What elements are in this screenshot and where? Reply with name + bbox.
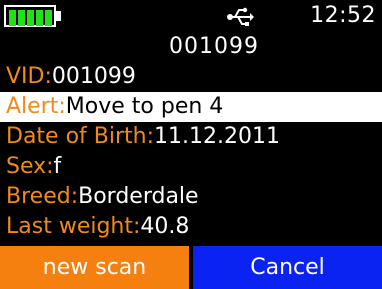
breed-row: Breed:Borderdale <box>0 182 382 212</box>
sex-label: Sex: <box>6 154 54 179</box>
alert-value: Move to pen 4 <box>65 94 224 119</box>
dob-label: Date of Birth: <box>6 124 155 149</box>
sex-value: f <box>53 154 62 179</box>
cancel-button[interactable]: Cancel <box>193 246 382 289</box>
weight-value: 40.8 <box>140 214 190 239</box>
animal-id-heading: 001099 <box>169 34 259 59</box>
battery-full-icon <box>4 5 63 29</box>
vid-label: VID: <box>6 64 52 89</box>
dob-row: Date of Birth:11.12.2011 <box>0 122 382 152</box>
sex-row: Sex:f <box>0 152 382 182</box>
clock: 12:52 <box>310 3 376 28</box>
weight-label: Last weight: <box>6 214 141 239</box>
breed-value: Borderdale <box>78 184 199 209</box>
breed-label: Breed: <box>6 184 79 209</box>
vid-value: 001099 <box>51 64 136 89</box>
alert-row[interactable]: Alert:Move to pen 4 <box>0 92 382 122</box>
vid-row: VID:001099 <box>0 62 382 92</box>
new-scan-button[interactable]: new scan <box>0 246 189 289</box>
device-screen: 12:52 001099 VID:001099 Alert:Move to pe… <box>0 0 382 289</box>
dob-value: 11.12.2011 <box>154 124 280 149</box>
alert-label: Alert: <box>6 94 66 119</box>
weight-row: Last weight:40.8 <box>0 212 382 242</box>
usb-icon <box>227 7 254 26</box>
